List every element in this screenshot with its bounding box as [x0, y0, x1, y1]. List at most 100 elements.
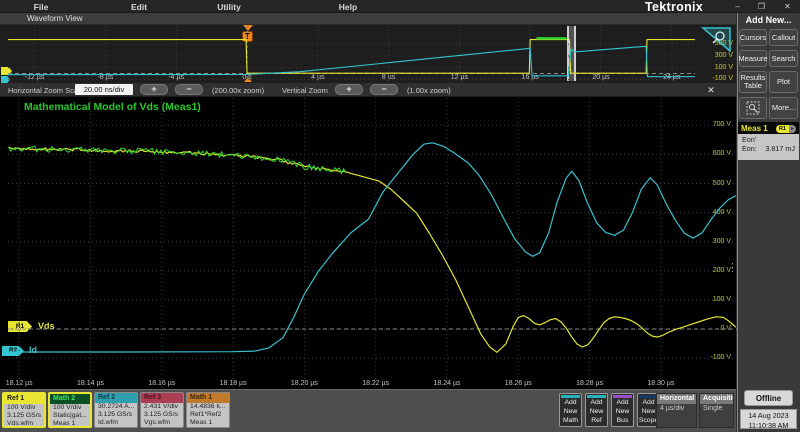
- chevron-right-icon: ▸: [789, 125, 796, 133]
- meas1-source-r1: R1: [776, 125, 789, 133]
- x-axis-tick-label: 18.22 µs: [359, 380, 393, 387]
- horizontal-settings-panel[interactable]: Horizontal 4 µs/div: [656, 393, 697, 428]
- badge-line: Meas 1: [187, 419, 229, 427]
- horizontal-zoom-scale-label: Horizontal Zoom Scale: [8, 86, 84, 95]
- badge-math1[interactable]: Math 1 14.4836 k... Ref1*Ref2 Meas 1: [186, 392, 230, 428]
- date-text: 14 Aug 2023: [741, 411, 796, 421]
- meas1-body: Eon' Eon: 3.817 mJ: [738, 134, 799, 160]
- label: New: [612, 407, 633, 416]
- add-new-math-button[interactable]: Add New Math: [559, 393, 582, 427]
- meas1-title: Meas 1: [741, 124, 768, 133]
- badge-line: 100 V/div: [50, 404, 90, 412]
- badge-title: Ref 3: [141, 393, 183, 403]
- badge-line: Vgs.wfm: [141, 419, 183, 427]
- h-zoom-plus-button[interactable]: +: [140, 84, 168, 95]
- y-axis-tick-label: 100 V: [697, 64, 733, 71]
- y-axis-tick-label: 700 V: [695, 121, 731, 128]
- y-axis-tick-label: -100 V: [697, 75, 733, 82]
- badge-line: 30.2724 A...: [95, 403, 137, 411]
- x-axis-tick-label: -4 µs: [159, 74, 193, 81]
- y-axis-tick-label: 500 V: [695, 180, 731, 187]
- restore-icon[interactable]: ❐: [756, 2, 767, 12]
- meas1-header: Meas 1 R1 ▸: [738, 122, 799, 134]
- add-new-bus-button[interactable]: Add New Bus: [611, 393, 634, 427]
- search-button[interactable]: Search: [769, 50, 798, 67]
- horizontal-zoom-scale-value[interactable]: 20.00 ns/div: [75, 84, 133, 95]
- label: New: [560, 407, 581, 416]
- meas1-results-panel[interactable]: Meas 1 R1 ▸ Eon' Eon: 3.817 mJ: [738, 122, 799, 160]
- label: Ref: [586, 416, 607, 425]
- measure-button[interactable]: Measure: [739, 50, 767, 67]
- x-axis-tick-label: 20 µs: [584, 74, 618, 81]
- y-axis-tick-label: 100 V: [695, 296, 731, 303]
- badge-line: 3.125 GS/s: [4, 412, 44, 420]
- badge-line: Static|gat...: [50, 412, 90, 420]
- badge-ref2[interactable]: Ref 2 30.2724 A... 3.125 GS/s Id.wfm: [94, 392, 138, 428]
- h-zoom-factor: (200.00x zoom): [212, 86, 264, 95]
- label: Add: [612, 398, 633, 407]
- badge-line: 3.125 GS/s: [141, 411, 183, 419]
- results-table-button[interactable]: Results Table: [739, 71, 767, 93]
- add-new-ref-button[interactable]: Add New Ref: [585, 393, 608, 427]
- zoom-toolbar: Horizontal Zoom Scale 20.00 ns/div + − (…: [0, 83, 736, 97]
- channel-badges: Ref 1 100 V/div 3.125 GS/s Vds.wfm Math …: [2, 392, 230, 428]
- v-zoom-minus-button[interactable]: −: [370, 84, 398, 95]
- add-new-header: Add New...: [737, 15, 800, 25]
- label: Add: [560, 398, 581, 407]
- badge-line: 14.4836 k...: [187, 403, 229, 411]
- y-axis-tick-label: 400 V: [695, 209, 731, 216]
- badge-line: Vds.wfm: [4, 420, 44, 428]
- badge-line: 100 V/div: [4, 404, 44, 412]
- callout-button[interactable]: Callout: [769, 29, 798, 46]
- menu-utility[interactable]: Utility: [211, 2, 247, 12]
- id-trace-label: Id: [29, 345, 37, 355]
- meas1-eon-value: 3.817 mJ: [765, 144, 795, 153]
- badge-title: Math 1: [187, 393, 229, 403]
- plot-title: Mathematical Model of Vds (Meas1): [24, 101, 201, 113]
- zoom-close-icon[interactable]: ✕: [705, 85, 717, 96]
- main-waveform-plot[interactable]: [0, 97, 736, 389]
- v-zoom-plus-button[interactable]: +: [335, 84, 363, 95]
- more-button[interactable]: More...: [769, 97, 798, 119]
- x-axis-tick-label: 18.16 µs: [145, 380, 179, 387]
- badge-ref1[interactable]: Ref 1 100 V/div 3.125 GS/s Vds.wfm: [2, 392, 46, 428]
- badge-title: Math 2: [50, 394, 90, 404]
- offline-status-button[interactable]: Offline: [744, 390, 793, 406]
- zoom-window-handle[interactable]: [567, 26, 576, 81]
- badge-line: 3.125 GS/s: [95, 411, 137, 419]
- h-zoom-minus-button[interactable]: −: [175, 84, 203, 95]
- menu-help[interactable]: Help: [333, 2, 363, 12]
- y-axis-tick-label: 500 V: [697, 40, 733, 47]
- x-axis-tick-label: 4 µs: [301, 74, 335, 81]
- badge-line: 2.431 V/div: [141, 403, 183, 411]
- badge-title: Ref 2: [95, 393, 137, 403]
- label: New: [586, 407, 607, 416]
- y-axis-tick-label: 300 V: [697, 52, 733, 59]
- horizontal-scale-value: 4 µs/div: [657, 404, 696, 414]
- x-axis-tick-label: 0 s: [230, 74, 264, 81]
- horizontal-title: Horizontal: [657, 394, 696, 404]
- x-axis-tick-label: 18.28 µs: [573, 380, 607, 387]
- add-new-buttons: Add New Math Add New Ref Add New Bus Add…: [559, 393, 660, 427]
- x-axis-tick-label: 18.24 µs: [430, 380, 464, 387]
- badge-ref3[interactable]: Ref 3 2.431 V/div 3.125 GS/s Vgs.wfm: [140, 392, 184, 428]
- annotation-draw-button[interactable]: [739, 97, 767, 119]
- badge-line: Id.wfm: [95, 419, 137, 427]
- tab-waveform-view[interactable]: Waveform View: [27, 14, 83, 23]
- plot-button[interactable]: Plot: [769, 71, 798, 93]
- trigger-marker-icon[interactable]: T: [242, 31, 253, 42]
- cursors-button[interactable]: Cursors: [739, 29, 767, 46]
- menu-edit[interactable]: Edit: [126, 2, 152, 12]
- acquisition-settings-panel[interactable]: Acquisition Single: [699, 393, 734, 428]
- menu-file[interactable]: File: [28, 2, 54, 12]
- meas1-source-pill[interactable]: R1 ▸: [776, 125, 796, 133]
- v-zoom-factor: (1.00x zoom): [407, 86, 451, 95]
- acquisition-title: Acquisition: [700, 394, 733, 404]
- x-axis-tick-label: 18.30 µs: [644, 380, 678, 387]
- y-axis-tick-label: 600 V: [695, 150, 731, 157]
- x-axis-tick-label: 18.26 µs: [501, 380, 535, 387]
- x-axis-tick-label: -8 µs: [88, 74, 122, 81]
- close-icon[interactable]: ✕: [782, 2, 793, 12]
- badge-math2[interactable]: Math 2 100 V/div Static|gat... Meas 1: [48, 392, 92, 428]
- minimize-icon[interactable]: –: [732, 2, 743, 12]
